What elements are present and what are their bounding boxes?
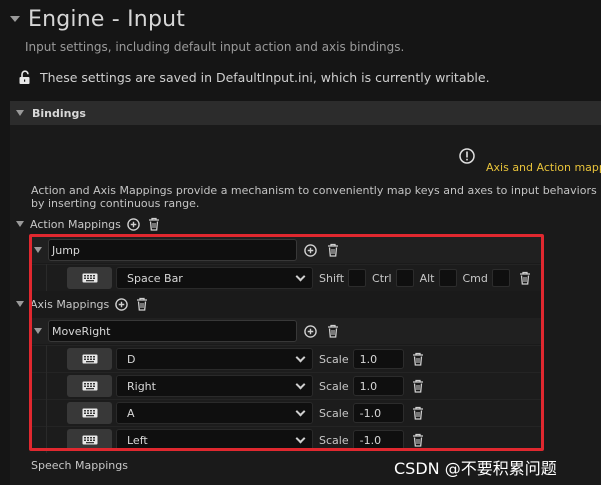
page-header: Engine - Input [10, 4, 185, 34]
page-subtitle: Input settings, including default input … [25, 40, 405, 54]
speech-mappings-label[interactable]: Speech Mappings [31, 459, 128, 472]
warning-message: Axis and Action mappin [486, 161, 601, 174]
page-title: Engine - Input [28, 6, 186, 32]
action-mappings-header[interactable]: Action Mappings [10, 213, 601, 235]
config-status: These settings are saved in DefaultInput… [18, 70, 490, 85]
action-mappings-label: Action Mappings [30, 217, 121, 231]
expand-caret-icon [16, 301, 24, 307]
bindings-section-header[interactable]: Bindings [10, 101, 601, 125]
section-title: Bindings [32, 106, 86, 120]
expand-caret-icon [16, 110, 24, 116]
collapse-caret-icon[interactable] [10, 16, 20, 22]
bindings-description: Action and Axis Mappings provide a mecha… [31, 184, 597, 210]
trash-icon[interactable] [148, 217, 160, 231]
lock-message: These settings are saved in DefaultInput… [40, 70, 490, 85]
watermark: CSDN @不要积累问题 [394, 459, 557, 478]
add-icon[interactable] [127, 218, 140, 231]
highlight-annotation-box [29, 234, 544, 451]
warning-icon [459, 148, 475, 164]
lock-open-icon [19, 70, 30, 84]
expand-caret-icon [16, 221, 24, 227]
